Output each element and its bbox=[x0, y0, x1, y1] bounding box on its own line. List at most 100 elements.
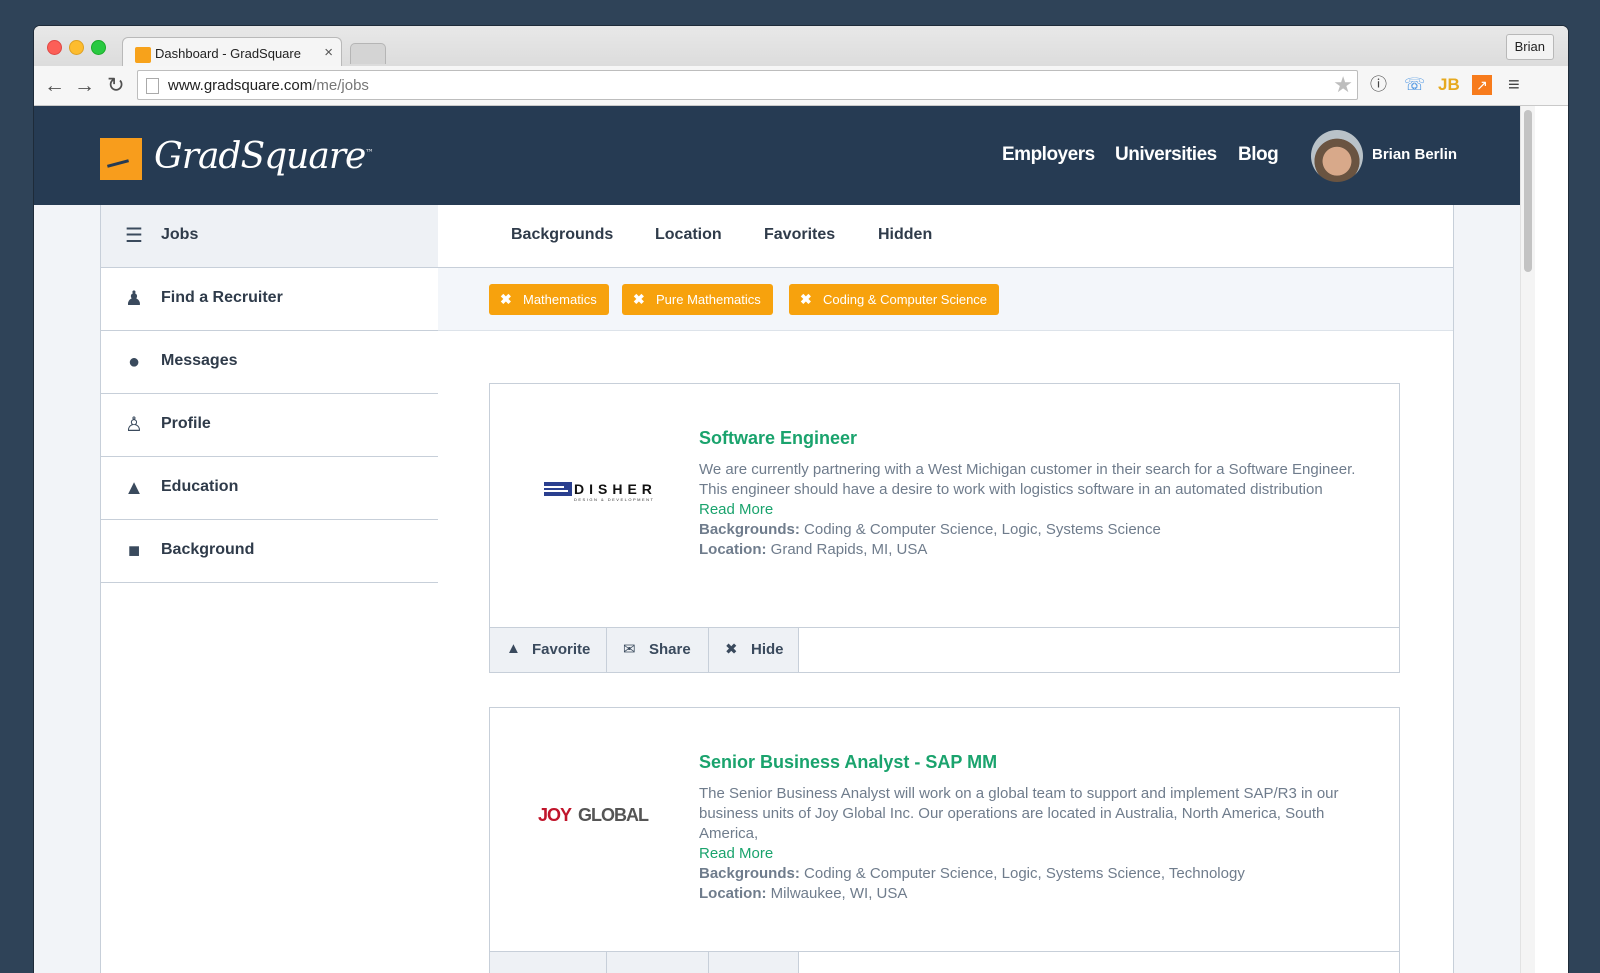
window-close-button[interactable] bbox=[47, 40, 62, 55]
scrollbar-thumb[interactable] bbox=[1524, 110, 1532, 272]
job-location: Location: Milwaukee, WI, USA bbox=[699, 885, 908, 902]
nav-employers[interactable]: Employers bbox=[1002, 144, 1095, 166]
company-tagline: DESIGN & DEVELOPMENT bbox=[574, 497, 654, 502]
gradsquare-favicon-icon bbox=[135, 47, 151, 63]
chip-label: Coding & Computer Science bbox=[823, 292, 988, 307]
browser-toolbar: ← → ↻ www.gradsquare.com/me/jobs ★ ⓘ ☏ J… bbox=[34, 66, 1568, 106]
joyglobal-company-logo: JOY GLOBAL bbox=[538, 805, 650, 825]
remove-filter-icon[interactable]: ✖ bbox=[800, 284, 812, 315]
filter-chip-coding-computer-science[interactable]: ✖ Coding & Computer Science bbox=[789, 284, 1000, 315]
speech-bubble-icon: ● bbox=[127, 351, 141, 373]
company-wordmark-global: GLOBAL bbox=[578, 805, 649, 825]
sidebar-item-label: Jobs bbox=[161, 226, 199, 243]
user-icon: ♙ bbox=[125, 414, 143, 436]
hide-button[interactable]: ✖ Hide bbox=[709, 628, 799, 672]
remove-filter-icon[interactable]: ✖ bbox=[500, 284, 512, 315]
site-header: GradSquare™ Employers Universities Blog … bbox=[34, 106, 1520, 205]
read-more-link[interactable]: Read More bbox=[699, 844, 1359, 864]
favorite-button[interactable]: ▲ Favorite bbox=[490, 628, 607, 672]
chip-label: Pure Mathematics bbox=[656, 292, 761, 307]
job-description: We are currently partnering with a West … bbox=[699, 460, 1359, 560]
password-extension-icon[interactable]: ⓘ bbox=[1370, 75, 1387, 95]
sidebar: ☰ Jobs ♟ Find a Recruiter ● Messages ♙ P… bbox=[100, 205, 439, 973]
job-actions: ▲ Favorite ✉ Share ✖ Hide bbox=[490, 627, 1399, 672]
job-location: Location: Grand Rapids, MI, USA bbox=[699, 541, 928, 558]
briefcase-icon: ■ bbox=[127, 540, 141, 562]
new-tab-button[interactable] bbox=[350, 43, 386, 64]
menu-icon[interactable]: ≡ bbox=[1508, 75, 1520, 95]
browser-window: Dashboard - GradSquare × Brian ← → ↻ www… bbox=[34, 26, 1568, 973]
close-icon: ✖ bbox=[725, 641, 738, 658]
nav-blog[interactable]: Blog bbox=[1238, 144, 1279, 166]
active-filters: ✖ Mathematics ✖ Pure Mathematics ✖ Codin… bbox=[438, 268, 1453, 331]
sidebar-item-messages[interactable]: ● Messages bbox=[101, 331, 438, 394]
filter-chip-pure-mathematics[interactable]: ✖ Pure Mathematics bbox=[622, 284, 773, 315]
tab-close-icon[interactable]: × bbox=[324, 44, 333, 61]
graduation-cap-icon: ▲ bbox=[124, 477, 144, 499]
bookmark-star-icon[interactable]: ★ bbox=[1333, 72, 1353, 98]
favorite-label: Favorite bbox=[532, 641, 591, 658]
sidebar-item-label: Find a Recruiter bbox=[161, 289, 283, 306]
sidebar-item-label: Education bbox=[161, 478, 239, 495]
reload-icon[interactable]: ↻ bbox=[107, 74, 125, 98]
hide-button[interactable] bbox=[709, 952, 799, 973]
share-button[interactable] bbox=[607, 952, 709, 973]
analytics-extension-icon[interactable]: ↗ bbox=[1472, 75, 1492, 95]
envelope-icon: ✉ bbox=[623, 641, 636, 658]
back-arrow-icon[interactable]: ← bbox=[44, 74, 65, 98]
tab-strip: Dashboard - GradSquare × Brian bbox=[34, 26, 1568, 68]
gradsquare-logo-icon[interactable] bbox=[100, 138, 142, 180]
job-title[interactable]: Software Engineer bbox=[699, 428, 857, 449]
user-name[interactable]: Brian Berlin bbox=[1372, 146, 1457, 163]
tab-location[interactable]: Location bbox=[655, 226, 722, 244]
sidebar-item-profile[interactable]: ♙ Profile bbox=[101, 394, 438, 457]
thumbs-up-icon: ▲ bbox=[506, 640, 521, 657]
job-backgrounds: Backgrounds: Coding & Computer Science, … bbox=[699, 521, 1161, 538]
tab-favorites[interactable]: Favorites bbox=[764, 226, 835, 244]
nav-universities[interactable]: Universities bbox=[1115, 144, 1217, 166]
sidebar-item-education[interactable]: ▲ Education bbox=[101, 457, 438, 520]
page-scrollbar[interactable] bbox=[1520, 106, 1535, 973]
favorite-button[interactable] bbox=[490, 952, 607, 973]
remove-filter-icon[interactable]: ✖ bbox=[633, 284, 645, 315]
sidebar-item-label: Messages bbox=[161, 352, 238, 369]
address-bar[interactable]: www.gradsquare.com/me/jobs ★ bbox=[137, 70, 1358, 100]
window-minimize-button[interactable] bbox=[69, 40, 84, 55]
read-more-link[interactable]: Read More bbox=[699, 500, 1359, 520]
sidebar-item-label: Background bbox=[161, 541, 255, 558]
chip-label: Mathematics bbox=[523, 292, 597, 307]
job-summary: The Senior Business Analyst will work on… bbox=[699, 785, 1339, 842]
forward-arrow-icon[interactable]: → bbox=[74, 74, 95, 98]
job-description: The Senior Business Analyst will work on… bbox=[699, 784, 1359, 904]
filter-tabs: Backgrounds Location Favorites Hidden bbox=[438, 205, 1453, 268]
filter-chip-mathematics[interactable]: ✖ Mathematics bbox=[489, 284, 609, 315]
tab-backgrounds[interactable]: Backgrounds bbox=[511, 226, 613, 244]
company-wordmark: DISHER bbox=[574, 481, 657, 497]
job-title[interactable]: Senior Business Analyst - SAP MM bbox=[699, 752, 997, 773]
job-summary: We are currently partnering with a West … bbox=[699, 461, 1356, 498]
tab-hidden[interactable]: Hidden bbox=[878, 226, 932, 244]
page-icon bbox=[146, 78, 159, 94]
job-card: DISHER DESIGN & DEVELOPMENT Software Eng… bbox=[489, 383, 1400, 673]
browser-profile-button[interactable]: Brian bbox=[1505, 34, 1554, 60]
url-text: www.gradsquare.com/me/jobs bbox=[168, 77, 369, 94]
site-logo[interactable]: GradSquare™ bbox=[154, 136, 373, 177]
job-backgrounds: Backgrounds: Coding & Computer Science, … bbox=[699, 865, 1245, 882]
sidebar-item-find-a-recruiter[interactable]: ♟ Find a Recruiter bbox=[101, 268, 438, 331]
skype-extension-icon[interactable]: ☏ bbox=[1404, 75, 1425, 95]
disher-company-logo: DISHER DESIGN & DEVELOPMENT bbox=[544, 481, 657, 502]
job-card: JOY GLOBAL Senior Business Analyst - SAP… bbox=[489, 707, 1400, 973]
sidebar-item-jobs[interactable]: ☰ Jobs bbox=[101, 205, 438, 268]
share-button[interactable]: ✉ Share bbox=[607, 628, 709, 672]
avatar[interactable] bbox=[1311, 130, 1363, 182]
jb-extension-icon[interactable]: JB bbox=[1438, 75, 1460, 95]
company-wordmark-joy: JOY bbox=[538, 805, 572, 825]
jobs-list-icon: ☰ bbox=[125, 225, 143, 247]
sidebar-item-label: Profile bbox=[161, 415, 211, 432]
share-label: Share bbox=[649, 641, 691, 658]
window-maximize-button[interactable] bbox=[91, 40, 106, 55]
browser-tab[interactable]: Dashboard - GradSquare × bbox=[122, 37, 342, 68]
job-actions bbox=[490, 951, 1399, 973]
sidebar-item-background[interactable]: ■ Background bbox=[101, 520, 438, 583]
page-content: ☰ Jobs ♟ Find a Recruiter ● Messages ♙ P… bbox=[34, 205, 1520, 973]
